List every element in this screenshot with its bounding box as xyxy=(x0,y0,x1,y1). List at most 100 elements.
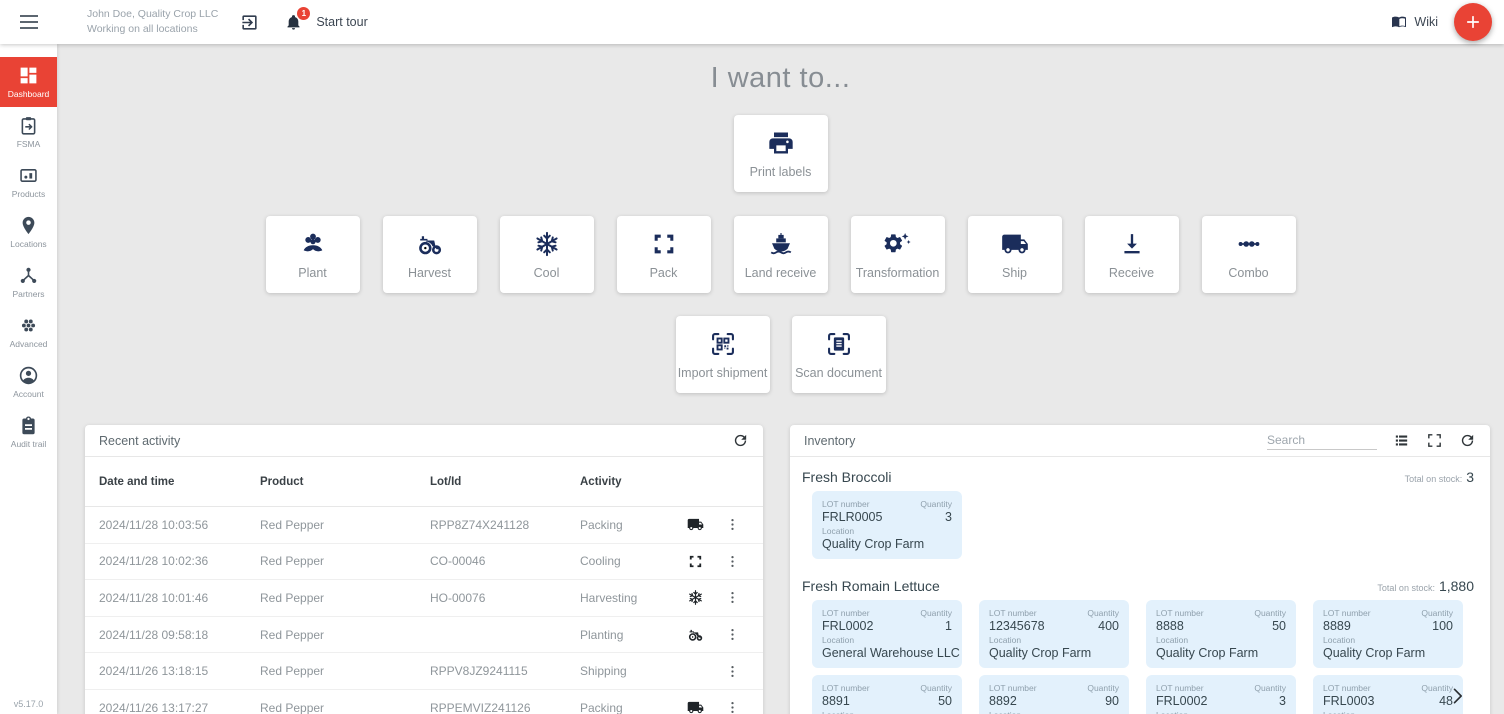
location-label: Location xyxy=(989,634,1119,646)
recent-activity-panel: Recent activity Date and time Product Lo… xyxy=(85,425,763,714)
lot-number-label: LOT number xyxy=(822,682,920,694)
lot-number-value: 12345678 xyxy=(989,619,1087,634)
action-card-ship[interactable]: Ship xyxy=(968,216,1062,293)
exit-to-app-icon xyxy=(240,13,259,32)
table-header: Date and time Product Lot/Id Activity xyxy=(85,457,763,507)
inventory-lot-card[interactable]: LOT number Quantity 8889 100 Location Qu… xyxy=(1313,600,1463,668)
table-row[interactable]: 2024/11/28 09:58:18 Red Pepper Planting xyxy=(85,617,763,654)
row-menu-button[interactable] xyxy=(716,553,749,570)
refresh-icon xyxy=(1459,432,1476,449)
sidebar-item-advanced[interactable]: Advanced xyxy=(0,307,57,357)
cell-lot: HO-00076 xyxy=(430,591,580,605)
menu-toggle-button[interactable] xyxy=(0,15,57,29)
quantity-value: 1 xyxy=(920,619,952,634)
person-circle-icon xyxy=(18,365,39,386)
action-card-import-shipment[interactable]: Import shipment xyxy=(676,316,770,393)
cell-activity: Harvesting xyxy=(580,591,674,605)
action-card-plant[interactable]: Plant xyxy=(266,216,360,293)
quantity-label: Quantity xyxy=(1254,682,1286,694)
chevron-right-icon xyxy=(1447,686,1467,706)
add-button[interactable] xyxy=(1454,3,1492,41)
tractor-icon[interactable] xyxy=(674,626,716,643)
lot-number-label: LOT number xyxy=(989,607,1087,619)
expand-icon xyxy=(1426,432,1443,449)
quantity-value: 3 xyxy=(1254,694,1286,709)
lot-number-value: 8888 xyxy=(1156,619,1254,634)
inventory-search-input[interactable] xyxy=(1267,431,1377,450)
sidebar-item-locations[interactable]: Locations xyxy=(0,207,57,257)
sidebar-item-partners[interactable]: Partners xyxy=(0,257,57,307)
lots-row: LOT number Quantity 8891 50 Location LOT… xyxy=(812,675,1490,714)
gear-sparkle-icon xyxy=(884,230,912,258)
sidebar-item-dashboard[interactable]: Dashboard xyxy=(0,57,57,107)
row-menu-button[interactable] xyxy=(716,589,749,606)
column-product: Product xyxy=(260,476,430,488)
inventory-lot-card[interactable]: LOT number Quantity FRL0002 1 Location G… xyxy=(812,600,962,668)
cell-datetime: 2024/11/28 10:01:46 xyxy=(99,591,260,605)
lot-number-label: LOT number xyxy=(822,607,920,619)
cell-datetime: 2024/11/28 10:03:56 xyxy=(99,518,260,532)
sidebar-item-account[interactable]: Account xyxy=(0,357,57,407)
column-lot: Lot/Id xyxy=(430,476,580,488)
action-card-combo[interactable]: Combo xyxy=(1202,216,1296,293)
pack-corners-icon[interactable] xyxy=(674,553,716,570)
action-card-cool[interactable]: Cool xyxy=(500,216,594,293)
snowflake-icon[interactable] xyxy=(674,589,716,606)
list-view-button[interactable] xyxy=(1393,432,1410,449)
inventory-group-header: Fresh Romain Lettuce Total on stock: 1,8… xyxy=(790,566,1490,600)
quantity-label: Quantity xyxy=(920,682,952,694)
tractor-icon xyxy=(416,230,444,258)
action-card-pack[interactable]: Pack xyxy=(617,216,711,293)
refresh-button[interactable] xyxy=(732,432,749,449)
table-row[interactable]: 2024/11/26 13:17:27 Red Pepper RPPEMVIZ2… xyxy=(85,690,763,714)
row-menu-button[interactable] xyxy=(716,699,749,714)
inventory-next-button[interactable] xyxy=(1444,682,1470,710)
inventory-lot-card[interactable]: LOT number Quantity 8888 50 Location Qua… xyxy=(1146,600,1296,668)
inventory-lot-card[interactable]: LOT number Quantity 12345678 400 Locatio… xyxy=(979,600,1129,668)
table-row[interactable]: 2024/11/28 10:01:46 Red Pepper HO-00076 … xyxy=(85,580,763,617)
kebab-icon xyxy=(724,516,741,533)
sidebar-item-audit-trail[interactable]: Audit trail xyxy=(0,407,57,457)
table-row[interactable]: 2024/11/26 13:18:15 Red Pepper RPPV8JZ92… xyxy=(85,653,763,690)
inventory-lot-card[interactable]: LOT number Quantity FRL0002 3 Location xyxy=(1146,675,1296,714)
row-menu-button[interactable] xyxy=(716,516,749,533)
download-icon xyxy=(1118,230,1146,258)
quantity-label: Quantity xyxy=(920,607,952,619)
start-tour-button[interactable]: Start tour xyxy=(316,15,367,29)
truck-icon[interactable] xyxy=(674,516,716,533)
action-card-receive[interactable]: Receive xyxy=(1085,216,1179,293)
quantity-label: Quantity xyxy=(920,498,952,510)
flower-icon xyxy=(299,230,327,258)
lot-number-value: 8892 xyxy=(989,694,1087,709)
inventory-lot-card[interactable]: LOT number Quantity 8891 50 Location xyxy=(812,675,962,714)
map-pin-icon xyxy=(18,215,39,236)
inventory-lot-card[interactable]: LOT number Quantity FRL0003 48 Location xyxy=(1313,675,1463,714)
row-menu-button[interactable] xyxy=(716,663,749,680)
switch-location-button[interactable] xyxy=(240,13,259,32)
action-card-harvest[interactable]: Harvest xyxy=(383,216,477,293)
action-card-transformation[interactable]: Transformation xyxy=(851,216,945,293)
quantity-value: 400 xyxy=(1087,619,1119,634)
lot-number-value: FRL0002 xyxy=(822,619,920,634)
action-card-print-labels[interactable]: Print labels xyxy=(734,115,828,192)
wiki-button[interactable]: Wiki xyxy=(1390,14,1438,30)
lots-row: LOT number Quantity FRLR0005 3 Location … xyxy=(812,491,1490,559)
table-row[interactable]: 2024/11/28 10:03:56 Red Pepper RPP8Z74X2… xyxy=(85,507,763,544)
cell-activity: Packing xyxy=(580,701,674,714)
truck-icon[interactable] xyxy=(674,699,716,714)
wiki-label: Wiki xyxy=(1414,15,1438,29)
action-card-scan-document[interactable]: Scan document xyxy=(792,316,886,393)
hamburger-icon xyxy=(20,15,38,29)
notifications-button[interactable]: 1 xyxy=(285,13,302,32)
expand-button[interactable] xyxy=(1426,432,1443,449)
sidebar-item-fsma[interactable]: FSMA xyxy=(0,107,57,157)
dashboard-icon xyxy=(18,65,39,86)
inventory-lot-card[interactable]: LOT number Quantity 8892 90 Location xyxy=(979,675,1129,714)
sidebar-item-products[interactable]: Products xyxy=(0,157,57,207)
refresh-button[interactable] xyxy=(1459,432,1476,449)
table-row[interactable]: 2024/11/28 10:02:36 Red Pepper CO-00046 … xyxy=(85,544,763,581)
inventory-lot-card[interactable]: LOT number Quantity FRLR0005 3 Location … xyxy=(812,491,962,559)
lot-number-value: 8889 xyxy=(1323,619,1421,634)
action-card-land-receive[interactable]: Land receive xyxy=(734,216,828,293)
row-menu-button[interactable] xyxy=(716,626,749,643)
